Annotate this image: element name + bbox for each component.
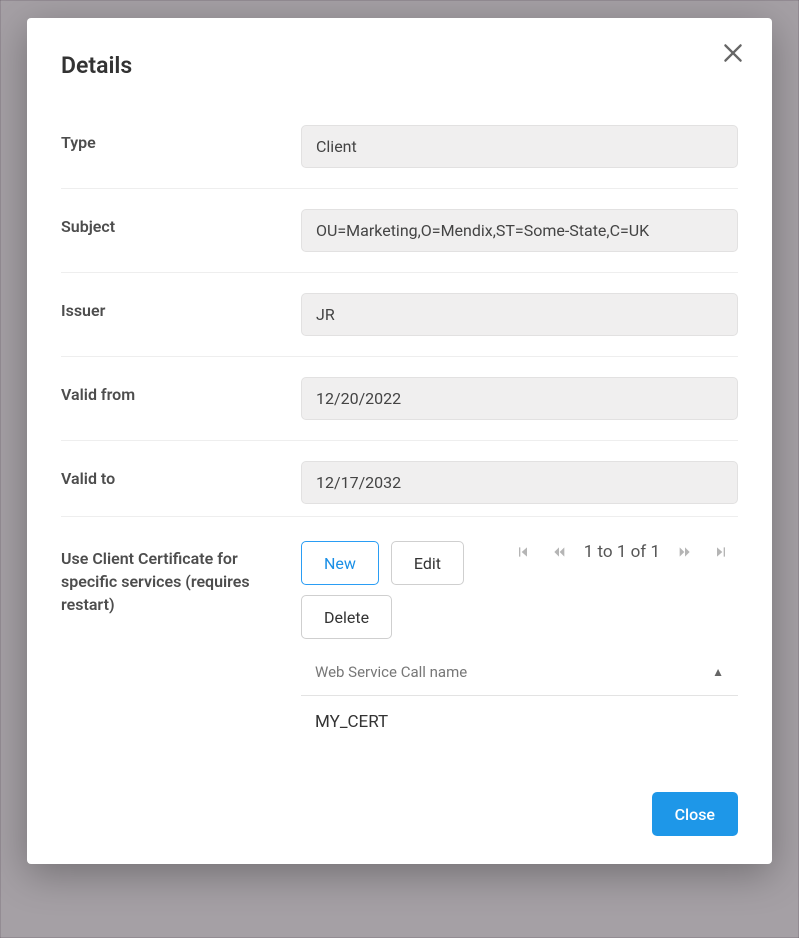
label-valid-to: Valid to (61, 461, 301, 490)
edit-button[interactable]: Edit (391, 541, 464, 585)
new-button[interactable]: New (301, 541, 379, 585)
modal-title: Details (61, 52, 738, 79)
close-button[interactable]: Close (652, 792, 738, 836)
input-valid-to (301, 461, 738, 504)
field-row-valid-to: Valid to (61, 441, 738, 517)
input-valid-from (301, 377, 738, 420)
modal-footer: Close (61, 792, 738, 836)
field-row-type: Type (61, 105, 738, 189)
label-services: Use Client Certificate for specific serv… (61, 541, 301, 617)
services-table: Web Service Call name ▲ MY_CERT (301, 653, 738, 748)
services-section: Use Client Certificate for specific serv… (61, 517, 738, 748)
input-subject (301, 209, 738, 252)
page-next-icon[interactable] (674, 541, 696, 563)
field-row-subject: Subject (61, 189, 738, 273)
label-type: Type (61, 125, 301, 154)
page-prev-icon[interactable] (548, 541, 570, 563)
pager-text: 1 to 1 of 1 (584, 542, 660, 562)
label-subject: Subject (61, 209, 301, 238)
modal-overlay: Details Type Subject Issuer Valid from (0, 0, 799, 938)
close-icon[interactable] (720, 40, 746, 66)
input-issuer (301, 293, 738, 336)
input-type (301, 125, 738, 168)
label-issuer: Issuer (61, 293, 301, 322)
table-header[interactable]: Web Service Call name ▲ (301, 653, 738, 696)
sort-asc-icon: ▲ (712, 665, 724, 679)
label-valid-from: Valid from (61, 377, 301, 406)
column-header-name: Web Service Call name (315, 663, 467, 681)
page-last-icon[interactable] (710, 541, 732, 563)
page-first-icon[interactable] (512, 541, 534, 563)
services-toolbar: New Edit Delete (301, 541, 738, 639)
table-row[interactable]: MY_CERT (301, 696, 738, 748)
details-modal: Details Type Subject Issuer Valid from (27, 18, 772, 864)
pager: 1 to 1 of 1 (512, 541, 738, 563)
field-row-valid-from: Valid from (61, 357, 738, 441)
field-row-issuer: Issuer (61, 273, 738, 357)
delete-button[interactable]: Delete (301, 595, 392, 639)
